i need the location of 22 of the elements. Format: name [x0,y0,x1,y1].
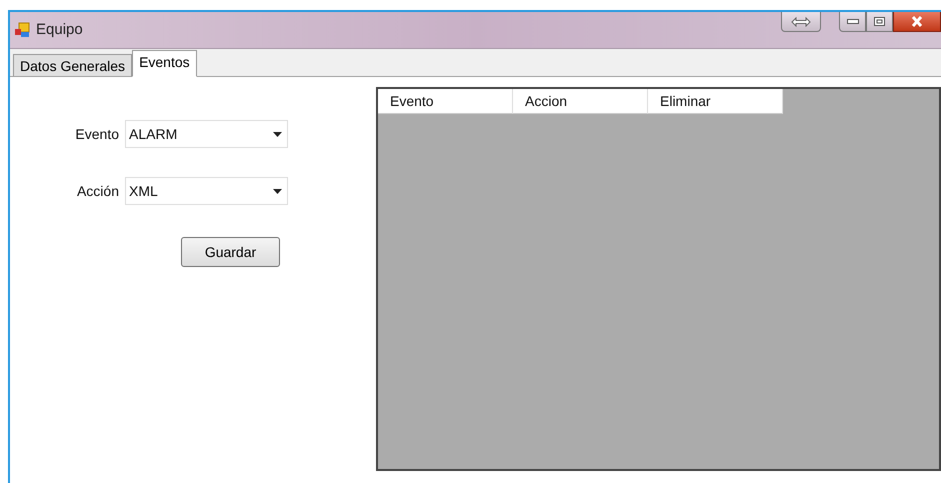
tab[interactable]: Datos Generales [13,54,132,76]
field-label: Acción [76,183,120,199]
close-button[interactable] [893,12,941,32]
tab[interactable]: Eventos [132,50,197,77]
save-button[interactable]: Guardar [181,237,280,267]
window-title: Equipo [36,21,83,38]
double-arrow-icon [791,16,811,26]
minimize-icon [846,19,858,24]
column-header[interactable]: Accion [513,89,648,114]
column-header[interactable]: Eliminar [648,89,783,114]
maximize-icon [874,17,885,26]
caret-icon [273,132,282,136]
column-header[interactable]: Evento [378,89,513,114]
minimize-button[interactable] [839,12,866,32]
resize-button[interactable] [781,12,821,32]
field-label: Evento [74,126,120,142]
app-icon [14,22,30,38]
maximize-button[interactable] [866,12,893,32]
dropdown[interactable]: XML [125,177,288,205]
close-icon [911,16,923,27]
caret-icon [273,188,282,194]
dropdown[interactable]: ALARM [125,120,288,148]
